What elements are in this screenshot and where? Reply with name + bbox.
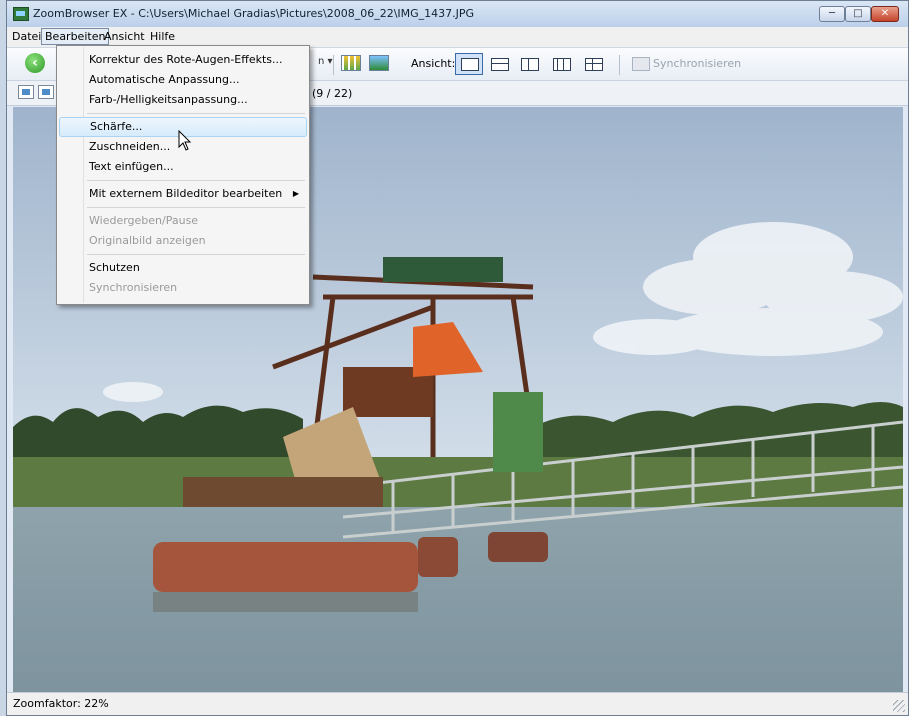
close-button[interactable]: ✕ — [871, 6, 899, 22]
view-horizontal-split-button[interactable] — [485, 53, 513, 75]
view-vertical-split-button[interactable] — [515, 53, 543, 75]
menu-separator — [87, 254, 305, 255]
menu-item-label: Automatische Anpassung... — [89, 73, 240, 86]
menu-item-originalbild-anzeigen: Originalbild anzeigen — [59, 231, 307, 251]
close-icon: ✕ — [880, 8, 890, 19]
title-bar[interactable]: ZoomBrowser EX - C:\Users\Michael Gradia… — [7, 1, 908, 27]
menu-item-mit-externem-bildeditor-bearbeiten[interactable]: Mit externem Bildeditor bearbeiten ▶ — [59, 184, 307, 204]
pontoon-front — [153, 542, 418, 592]
menu-hilfe[interactable]: Hilfe — [147, 29, 178, 44]
menu-item-label: Schärfe... — [90, 120, 143, 133]
menu-item-label: Mit externem Bildeditor bearbeiten — [89, 187, 283, 200]
pontoon-back — [488, 532, 548, 562]
sync-button: Synchronisieren — [653, 57, 742, 70]
top-cabin — [383, 257, 503, 282]
menu-item-synchronisieren: Synchronisieren — [59, 278, 307, 298]
menu-item-label: Originalbild anzeigen — [89, 234, 206, 247]
menu-bearbeiten[interactable]: Bearbeiten — [41, 28, 110, 45]
menu-item-label: Schutzen — [89, 261, 140, 274]
menu-item-label: Wiedergeben/Pause — [89, 214, 199, 227]
zoom-status: Zoomfaktor: 22% — [13, 697, 109, 710]
minimize-icon: ─ — [828, 8, 836, 19]
toolbar-separator — [619, 55, 620, 75]
menu-item-korrektur-des-rote-augen-effekts[interactable]: Korrektur des Rote-Augen-Effekts... — [59, 50, 307, 70]
menu-item-schutzen[interactable]: Schutzen — [59, 258, 307, 278]
single-view-icon — [461, 58, 479, 71]
minimize-button[interactable]: ─ — [819, 6, 845, 22]
status-bar: Zoomfaktor: 22% — [7, 692, 908, 715]
view-three-columns-button[interactable] — [547, 53, 575, 75]
app-icon — [13, 7, 29, 21]
menu-separator — [87, 113, 305, 114]
vertical-split-icon — [521, 58, 539, 71]
menu-item-label: Synchronisieren — [89, 281, 178, 294]
menu-datei[interactable]: Datei — [9, 29, 44, 44]
toolbar-dropdown-arrow[interactable]: n ▾ — [318, 56, 333, 67]
window-title: ZoomBrowser EX - C:\Users\Michael Gradia… — [33, 7, 475, 20]
green-machine — [493, 392, 543, 472]
pontoon-mid — [418, 537, 458, 577]
view-single-button[interactable] — [455, 53, 483, 75]
three-columns-icon — [553, 58, 571, 71]
view-label: Ansicht: — [411, 57, 456, 70]
reflection — [153, 592, 418, 612]
maximize-button[interactable]: □ — [845, 6, 871, 22]
menu-item-label: Korrektur des Rote-Augen-Effekts... — [89, 53, 283, 66]
menu-item-text-einfügen[interactable]: Text einfügen... — [59, 157, 307, 177]
menu-item-label: Zuschneiden... — [89, 140, 171, 153]
fit-image-icon[interactable] — [18, 85, 34, 99]
picture-icon[interactable] — [369, 55, 389, 71]
maximize-icon: □ — [853, 8, 863, 19]
four-quadrants-icon — [585, 58, 603, 71]
water — [13, 507, 903, 693]
actual-size-icon[interactable] — [38, 85, 54, 99]
resize-grip-icon[interactable] — [893, 700, 905, 712]
menu-item-wiedergeben-pause: Wiedergeben/Pause — [59, 211, 307, 231]
menu-item-farb-helligkeitsanpassung[interactable]: Farb-/Helligkeitsanpassung... — [59, 90, 307, 110]
toolbar-separator — [333, 55, 334, 75]
menu-item-automatische-anpassung[interactable]: Automatische Anpassung... — [59, 70, 307, 90]
menu-item-label: Farb-/Helligkeitsanpassung... — [89, 93, 248, 106]
sync-icon — [632, 57, 650, 71]
thumbnail-grid-icon[interactable] — [341, 55, 361, 71]
mouse-cursor-icon — [178, 130, 192, 151]
submenu-arrow-icon: ▶ — [292, 189, 299, 198]
edit-menu: Korrektur des Rote-Augen-Effekts... Autom… — [56, 45, 310, 305]
horizontal-split-icon — [491, 58, 509, 71]
menu-ansicht[interactable]: Ansicht — [101, 29, 148, 44]
back-arrow-icon[interactable]: ‹ — [25, 53, 45, 73]
menu-separator — [87, 207, 305, 208]
view-four-quadrants-button[interactable] — [579, 53, 607, 75]
menu-separator — [87, 180, 305, 181]
deck — [183, 477, 383, 507]
menu-item-label: Text einfügen... — [89, 160, 174, 173]
